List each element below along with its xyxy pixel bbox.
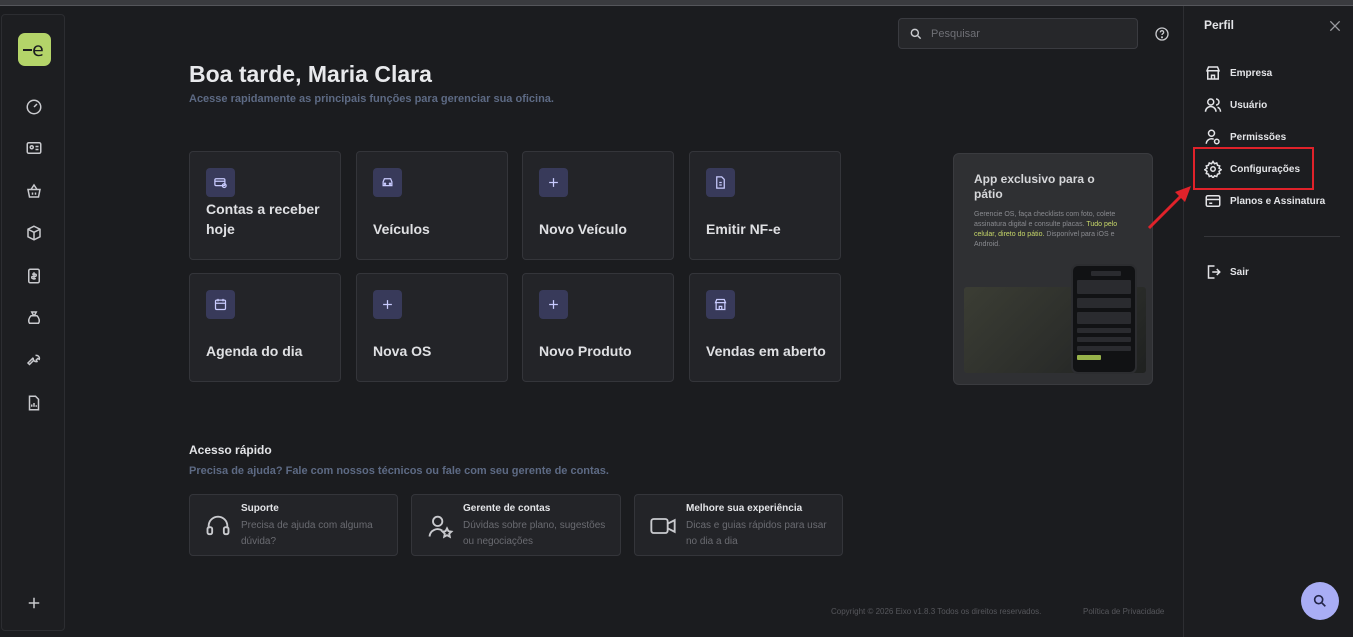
card-label: Contas a receber hoje: [206, 201, 320, 237]
privacy-link[interactable]: Política de Privacidade: [1083, 607, 1164, 616]
quick-access-item-title: Gerente de contas: [463, 503, 551, 514]
box-icon[interactable]: [22, 221, 46, 245]
quick-access-title: Acesso rápido: [189, 443, 272, 457]
profile-item-label: Planos e Assinatura: [1230, 195, 1326, 207]
store-icon: [1205, 66, 1221, 80]
profile-panel: Perfil Empresa Usuário Permissões Config…: [1183, 6, 1353, 637]
close-icon[interactable]: [1327, 18, 1343, 34]
quick-access-suporte[interactable]: Suporte Precisa de ajuda com alguma dúvi…: [189, 494, 398, 556]
profile-item-planos[interactable]: Planos e Assinatura: [1204, 191, 1325, 211]
card-contas-a-receber[interactable]: Contas a receber hoje: [189, 151, 341, 260]
promo-title: App exclusivo para o pátio: [974, 172, 1095, 201]
card-label: Agenda do dia: [206, 343, 303, 359]
headset-icon: [206, 515, 230, 536]
report-icon[interactable]: [22, 391, 46, 415]
card-label: Veículos: [373, 221, 430, 237]
page-title: Boa tarde, Maria Clara: [189, 61, 432, 87]
card-agenda-do-dia[interactable]: Agenda do dia: [189, 273, 341, 382]
card-novo-produto[interactable]: Novo Produto: [522, 273, 674, 382]
quick-access-subtitle: Precisa de ajuda? Fale com nossos técnic…: [189, 465, 609, 477]
card-emitir-nfe[interactable]: Emitir NF-e: [689, 151, 841, 260]
card-veiculos[interactable]: Veículos: [356, 151, 508, 260]
app-promo-card[interactable]: App exclusivo para o pátio Gerencie OS, …: [953, 153, 1153, 385]
profile-item-label: Empresa: [1230, 67, 1273, 79]
panel-title: Perfil: [1204, 18, 1235, 32]
promo-body: Gerencie OS, faça checklists com foto, c…: [974, 211, 1118, 248]
search-icon: [1313, 594, 1326, 607]
logout-label: Sair: [1230, 266, 1249, 278]
profile-item-empresa[interactable]: Empresa: [1204, 63, 1272, 83]
logo-icon: e: [22, 39, 44, 61]
id-card-icon[interactable]: [22, 136, 46, 160]
users-icon: [1204, 98, 1222, 112]
profile-item-permissoes[interactable]: Permissões: [1204, 127, 1286, 147]
card-nova-os[interactable]: Nova OS: [356, 273, 508, 382]
card-label: Nova OS: [373, 343, 432, 359]
invoice-icon: [706, 168, 735, 197]
app-logo[interactable]: e: [18, 33, 51, 66]
quick-access-item-title: Suporte: [241, 503, 279, 514]
card-novo-veiculo[interactable]: Novo Veículo: [522, 151, 674, 260]
copyright-text: Copyright © 2026 Eixo v1.8.3 Todos os di…: [831, 607, 1042, 616]
calendar-icon: [206, 290, 235, 319]
logo-letter: e: [32, 39, 44, 61]
search-input[interactable]: [931, 27, 1121, 40]
user-lock-icon: [1205, 129, 1220, 145]
search-box[interactable]: [898, 18, 1138, 49]
plus-icon: [539, 168, 568, 197]
help-icon[interactable]: [1154, 26, 1170, 42]
profile-item-label: Usuário: [1230, 99, 1268, 111]
highlight-box: [1193, 147, 1314, 190]
quick-access-item-desc: Dúvidas sobre plano, sugestões ou negoci…: [463, 520, 606, 547]
credit-card-icon: [1205, 195, 1221, 207]
quick-access-gerente[interactable]: Gerente de contas Dúvidas sobre plano, s…: [411, 494, 621, 556]
money-card-icon: [206, 168, 235, 197]
card-label: Vendas em aberto: [706, 343, 826, 359]
plus-icon: [539, 290, 568, 319]
store-icon: [706, 290, 735, 319]
page-subtitle: Acesse rapidamente as principais funções…: [189, 93, 554, 105]
main-content: Boa tarde, Maria Clara Acesse rapidament…: [66, 6, 1183, 637]
car-icon: [373, 168, 402, 197]
plus-icon: [373, 290, 402, 319]
card-label: Emitir NF-e: [706, 221, 781, 237]
sidebar: e: [1, 14, 65, 631]
wrench-icon[interactable]: [22, 348, 46, 372]
phone-mockup: [1071, 264, 1137, 374]
profile-item-usuario[interactable]: Usuário: [1204, 95, 1267, 115]
plus-icon[interactable]: [22, 591, 46, 615]
quick-access-item-desc: Precisa de ajuda com alguma dúvida?: [241, 520, 373, 547]
quick-access-experiencia[interactable]: Melhore sua experiência Dicas e guias rá…: [634, 494, 843, 556]
basket-icon[interactable]: [22, 179, 46, 203]
money-bag-icon[interactable]: [22, 306, 46, 330]
video-icon: [650, 518, 676, 534]
card-vendas-em-aberto[interactable]: Vendas em aberto: [689, 273, 841, 382]
divider: [1204, 236, 1340, 237]
card-label: Novo Veículo: [539, 221, 627, 237]
card-label: Novo Produto: [539, 343, 632, 359]
search-icon: [910, 28, 922, 39]
floating-search-button[interactable]: [1301, 582, 1339, 620]
user-star-icon: [428, 515, 454, 539]
profile-item-label: Permissões: [1230, 131, 1287, 143]
quick-access-item-desc: Dicas e guias rápidos para usar no dia a…: [686, 520, 827, 547]
annotation-arrow-icon: [1147, 186, 1191, 230]
receipt-icon[interactable]: [22, 264, 46, 288]
quick-access-item-title: Melhore sua experiência: [686, 503, 803, 514]
dashboard-icon[interactable]: [22, 95, 46, 119]
logout-button[interactable]: Sair: [1204, 262, 1249, 282]
logout-icon: [1207, 265, 1221, 279]
